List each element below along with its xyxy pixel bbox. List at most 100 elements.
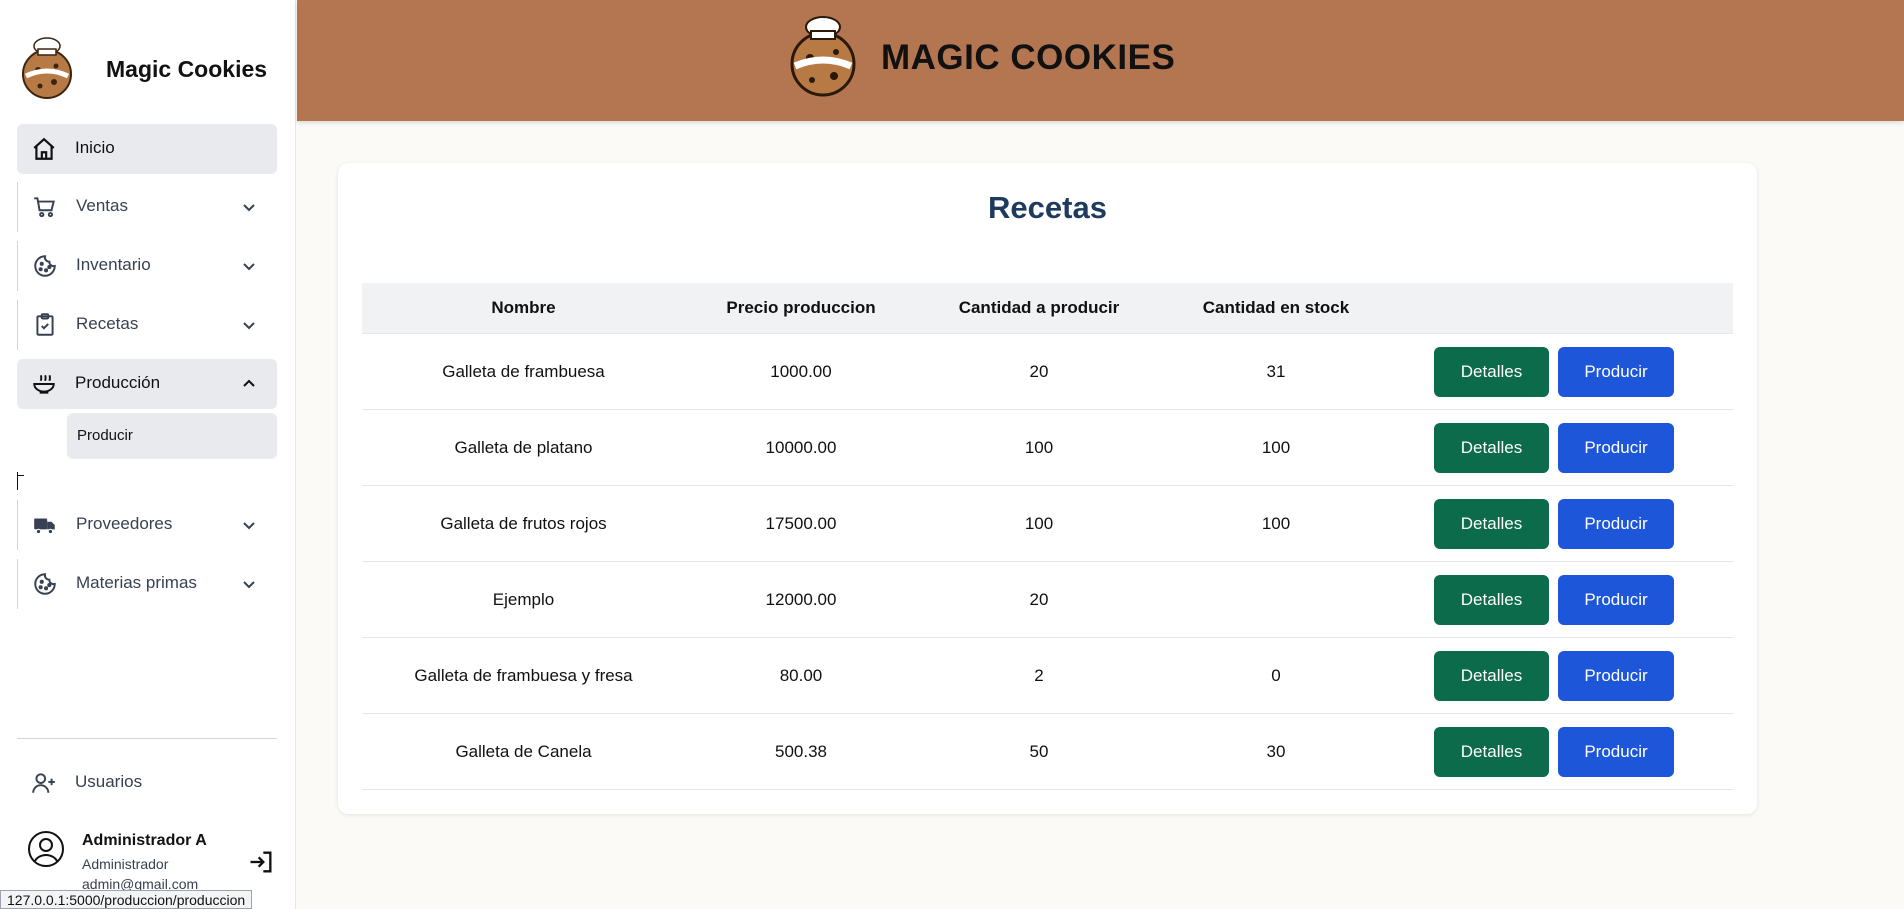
chevron-up-icon bbox=[243, 379, 255, 387]
page-title: Recetas bbox=[988, 190, 1107, 225]
producir-button[interactable]: Producir bbox=[1558, 574, 1674, 625]
sidebar-subitem-producir[interactable]: Producir bbox=[67, 413, 277, 459]
user-role: Administrador bbox=[82, 856, 169, 872]
producir-button[interactable]: Producir bbox=[1558, 650, 1674, 701]
magic-cookies-logo bbox=[790, 16, 856, 97]
cell-nombre: Ejemplo bbox=[492, 589, 555, 609]
chevron-down-icon bbox=[243, 204, 255, 212]
column-header: Nombre bbox=[491, 298, 556, 317]
sidebar-item-label: Usuarios bbox=[75, 772, 143, 791]
chevron-down-icon bbox=[243, 263, 255, 271]
cell-stock: 100 bbox=[1261, 513, 1291, 533]
cell-cantidad: 20 bbox=[1029, 589, 1049, 609]
table-row: Galleta de frutos rojos 17500.00 100 100… bbox=[362, 486, 1733, 562]
chevron-down-icon bbox=[243, 581, 255, 589]
sidebar-divider bbox=[17, 738, 277, 739]
header-title: MAGIC COOKIES bbox=[881, 38, 1176, 77]
clipboard-check-icon bbox=[36, 313, 54, 336]
chevron-down-icon bbox=[243, 522, 255, 530]
sidebar-item-ventas[interactable]: Ventas bbox=[17, 182, 277, 232]
sidebar: Magic Cookies Inicio Ventas Inventario R… bbox=[0, 0, 296, 909]
cell-stock: 100 bbox=[1261, 437, 1291, 457]
sidebar-subitem-label: Producir bbox=[77, 427, 133, 444]
cell-cantidad: 2 bbox=[1034, 665, 1044, 685]
table-row: Ejemplo 12000.00 20 Detalles Producir bbox=[362, 562, 1733, 638]
cell-precio: 10000.00 bbox=[765, 437, 837, 457]
cell-actions: Detalles Producir bbox=[1391, 726, 1733, 777]
producir-button[interactable]: Producir bbox=[1558, 346, 1674, 397]
cell-cantidad: 50 bbox=[1029, 741, 1049, 761]
column-header: Cantidad a producir bbox=[958, 298, 1120, 317]
brand-name: Magic Cookies bbox=[106, 55, 268, 82]
sidebar-item-label: Proveedores bbox=[76, 514, 173, 533]
sidebar-item-inventario[interactable]: Inventario bbox=[17, 241, 277, 291]
sidebar-item-label: Inicio bbox=[75, 138, 115, 157]
top-header: MAGIC COOKIES bbox=[297, 0, 1904, 121]
detalles-button[interactable]: Detalles bbox=[1434, 650, 1549, 701]
detalles-button[interactable]: Detalles bbox=[1434, 422, 1549, 473]
producir-button[interactable]: Producir bbox=[1558, 726, 1674, 777]
truck-icon bbox=[34, 518, 55, 535]
sidebar-item-label: Materias primas bbox=[76, 573, 197, 592]
cell-stock: 31 bbox=[1266, 361, 1286, 381]
cell-nombre: Galleta de frambuesa y fresa bbox=[414, 665, 633, 685]
cell-precio: 12000.00 bbox=[765, 589, 837, 609]
cell-cantidad: 100 bbox=[1024, 513, 1054, 533]
cell-actions: Detalles Producir bbox=[1391, 422, 1733, 473]
detalles-button[interactable]: Detalles bbox=[1434, 726, 1549, 777]
recipes-card: Recetas Nombre Precio produccion Cantida… bbox=[338, 163, 1757, 814]
cell-actions: Detalles Producir bbox=[1391, 498, 1733, 549]
cell-precio: 17500.00 bbox=[765, 513, 837, 533]
sidebar-item-label: Recetas bbox=[76, 314, 139, 333]
brand[interactable]: Magic Cookies bbox=[16, 36, 267, 102]
sidebar-item-inicio[interactable]: Inicio bbox=[17, 124, 277, 174]
sidebar-item-label: Ventas bbox=[76, 196, 128, 215]
detalles-button[interactable]: Detalles bbox=[1434, 346, 1549, 397]
column-header: Precio produccion bbox=[726, 298, 876, 317]
tree-connector bbox=[17, 472, 25, 490]
sidebar-item-label: Inventario bbox=[76, 255, 151, 274]
user-name: Administrador A bbox=[82, 832, 207, 849]
table-row: Galleta de frambuesa 1000.00 20 31 Detal… bbox=[362, 334, 1733, 410]
user-plus-icon bbox=[32, 773, 55, 793]
logout-icon[interactable] bbox=[247, 848, 275, 876]
detalles-button[interactable]: Detalles bbox=[1434, 574, 1549, 625]
table-row: Galleta de frambuesa y fresa 80.00 2 0 D… bbox=[362, 638, 1733, 714]
cell-nombre: Galleta de frutos rojos bbox=[440, 513, 607, 533]
column-header: Cantidad en stock bbox=[1202, 298, 1350, 317]
producir-button[interactable]: Producir bbox=[1558, 422, 1674, 473]
sidebar-item-label: Producción bbox=[75, 373, 161, 392]
magic-cookies-logo bbox=[22, 37, 72, 99]
cell-stock: 0 bbox=[1271, 665, 1281, 685]
cell-nombre: Galleta de frambuesa bbox=[442, 361, 605, 381]
cell-nombre: Galleta de platano bbox=[454, 437, 593, 457]
cell-precio: 80.00 bbox=[779, 665, 823, 685]
cell-actions: Detalles Producir bbox=[1391, 346, 1733, 397]
avatar bbox=[28, 831, 64, 867]
chevron-down-icon bbox=[243, 322, 255, 330]
table-row: Galleta de Canela 500.38 50 30 Detalles … bbox=[362, 714, 1733, 790]
sidebar-item-produccion[interactable]: Producción bbox=[17, 359, 277, 409]
cell-actions: Detalles Producir bbox=[1391, 574, 1733, 625]
cell-precio: 1000.00 bbox=[770, 361, 832, 381]
cell-cantidad: 20 bbox=[1029, 361, 1049, 381]
sidebar-item-recetas[interactable]: Recetas bbox=[17, 300, 277, 350]
detalles-button[interactable]: Detalles bbox=[1434, 498, 1549, 549]
recipes-table: Nombre Precio produccion Cantidad a prod… bbox=[362, 283, 1733, 790]
sidebar-item-proveedores[interactable]: Proveedores bbox=[17, 500, 277, 550]
cookie-icon bbox=[34, 255, 56, 277]
cell-actions: Detalles Producir bbox=[1391, 650, 1733, 701]
bowl-icon bbox=[33, 374, 55, 394]
cookie-icon bbox=[34, 573, 56, 595]
table-header: Nombre Precio produccion Cantidad a prod… bbox=[362, 283, 1733, 334]
cell-cantidad: 100 bbox=[1024, 437, 1054, 457]
cell-stock: 30 bbox=[1266, 741, 1286, 761]
cell-precio: 500.38 bbox=[775, 741, 827, 761]
sidebar-item-materias-primas[interactable]: Materias primas bbox=[17, 559, 277, 609]
user-card: Administrador A Administrador admin@gmai… bbox=[17, 820, 287, 892]
cell-nombre: Galleta de Canela bbox=[455, 741, 592, 761]
sidebar-item-usuarios[interactable]: Usuarios bbox=[17, 758, 277, 808]
producir-button[interactable]: Producir bbox=[1558, 498, 1674, 549]
cart-icon bbox=[34, 197, 55, 218]
home-icon bbox=[33, 137, 55, 160]
